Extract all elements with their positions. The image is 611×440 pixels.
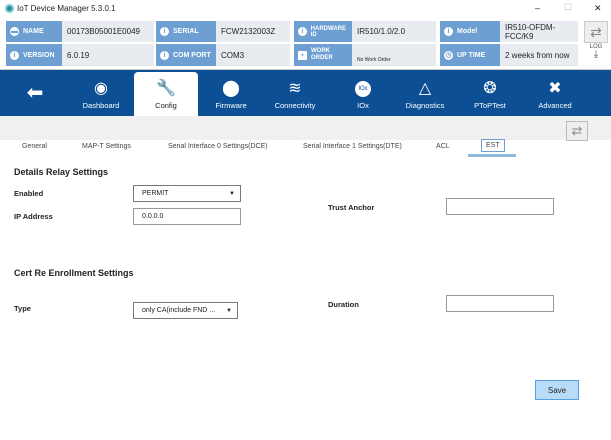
nav-label: PToPTest: [474, 101, 506, 110]
tab-serial-0[interactable]: Serial Interface 0 Settings(DCE): [168, 143, 268, 150]
ip-input[interactable]: 0.0.0.0: [133, 208, 241, 225]
warning-icon: △: [418, 80, 432, 97]
duration-label: Duration: [328, 300, 359, 309]
name-label: ▬ NAME: [6, 21, 62, 42]
type-select[interactable]: only CA(include FND ... ▼: [133, 302, 238, 319]
log-download-button[interactable]: LOG ⤓: [586, 44, 606, 66]
iox-icon: IOx: [355, 81, 371, 97]
info-icon: i: [160, 50, 169, 60]
nav-ptoptest[interactable]: ❂ PToPTest: [458, 70, 522, 116]
info-icon: i: [10, 50, 19, 60]
nav-label: IOx: [357, 101, 369, 110]
tab-acl[interactable]: ACL: [436, 143, 450, 150]
tools-icon: ✖: [548, 80, 562, 97]
model-label: i Model: [440, 21, 500, 42]
tab-general[interactable]: General: [22, 143, 47, 150]
nav-label: Config: [155, 101, 177, 110]
window-title: IoT Device Manager 5.3.0.1: [17, 4, 116, 13]
dropdown-arrow-icon: ▼: [229, 190, 235, 197]
info-icon: i: [298, 27, 307, 36]
gauge-icon: ◉: [94, 80, 108, 97]
wrench-icon: 🔧: [156, 80, 176, 97]
trust-anchor-input[interactable]: [446, 198, 554, 215]
back-arrow-icon: ⬅: [26, 82, 44, 104]
nav-label: Diagnostics: [405, 101, 445, 110]
serial-value: FCW2132003Z: [216, 21, 290, 42]
uptime-label: ◷ UP TIME: [440, 44, 500, 66]
nav-advanced[interactable]: ✖ Advanced: [523, 70, 587, 116]
name-icon: ▬: [10, 27, 19, 36]
refresh-info-button[interactable]: ⇄: [584, 21, 608, 43]
version-value: 6.0.19: [62, 44, 154, 66]
nav-label: Dashboard: [82, 101, 120, 110]
download-icon: ⤓: [593, 49, 599, 60]
trust-anchor-label: Trust Anchor: [328, 203, 375, 212]
clock-icon: ◷: [444, 50, 453, 60]
briefcase-icon: ▪: [298, 50, 307, 60]
enabled-label: Enabled: [14, 189, 44, 198]
duration-input[interactable]: [446, 295, 554, 312]
main-nav: ⬅ ◉ Dashboard 🔧 Config ⬤ Firmware ≋ Connecti…: [0, 70, 611, 116]
hw-label: i HARDWARE ID: [294, 21, 352, 42]
back-button[interactable]: ⬅: [10, 70, 60, 116]
nav-label: Advanced: [538, 101, 572, 110]
title-bar: IoT Device Manager 5.3.0.1 – ☐ ✕: [0, 0, 611, 18]
hw-value: IR510/1.0/2.0: [352, 21, 436, 42]
active-tab-indicator: [468, 154, 516, 157]
maximize-button[interactable]: ☐: [564, 2, 572, 13]
type-label: Type: [14, 304, 31, 313]
workorder-value: No Work Order: [352, 44, 436, 66]
serial-label: i SERIAL: [156, 21, 216, 42]
info-icon: i: [444, 27, 453, 36]
refresh-icon: ⇄: [590, 24, 602, 40]
firmware-icon: ⬤: [222, 80, 240, 97]
enabled-select[interactable]: PERMIT ▼: [133, 185, 241, 202]
close-button[interactable]: ✕: [594, 3, 602, 14]
type-value: only CA(include FND ...: [142, 307, 216, 314]
info-icon: i: [160, 27, 169, 36]
ip-label: IP Address: [14, 212, 53, 221]
tab-est[interactable]: EST: [481, 139, 505, 152]
comport-label: i COM PORT: [156, 44, 216, 66]
minimize-button[interactable]: –: [535, 3, 540, 13]
nav-label: Firmware: [215, 101, 247, 110]
comport-value: COM3: [216, 44, 290, 66]
sub-toolbar: ⇄: [0, 116, 611, 141]
device-info-panel: ▬ NAME 00173B05001E0049 i SERIAL FCW213200…: [0, 18, 611, 70]
nav-iox[interactable]: IOx IOx: [331, 70, 395, 116]
tab-serial-1[interactable]: Serial Interface 1 Settings(DTE): [303, 143, 402, 150]
nav-firmware[interactable]: ⬤ Firmware: [199, 70, 263, 116]
nav-connectivity[interactable]: ≋ Connectivity: [263, 70, 327, 116]
nav-label: Connectivity: [274, 101, 316, 110]
refresh-button[interactable]: ⇄: [566, 121, 588, 141]
uptime-value: 2 weeks from now: [500, 44, 578, 66]
name-value: 00173B05001E0049: [62, 21, 154, 42]
enabled-value: PERMIT: [142, 190, 169, 197]
network-icon: ❂: [483, 80, 497, 97]
wifi-icon: ≋: [288, 80, 302, 97]
nav-config[interactable]: 🔧 Config: [134, 72, 198, 116]
refresh-icon: ⇄: [571, 123, 583, 138]
nav-diagnostics[interactable]: △ Diagnostics: [393, 70, 457, 116]
dropdown-arrow-icon: ▼: [226, 307, 232, 314]
nav-dashboard[interactable]: ◉ Dashboard: [69, 70, 133, 116]
workorder-label: ▪ WORK ORDER: [294, 44, 352, 66]
relay-section-title: Details Relay Settings: [14, 167, 109, 177]
app-logo-icon: [5, 4, 14, 13]
cert-section-title: Cert Re Enrollment Settings: [14, 268, 134, 278]
save-button[interactable]: Save: [535, 380, 579, 400]
model-value: IR510-OFDM-FCC/K9: [500, 21, 578, 42]
tab-map-t[interactable]: MAP-T Settings: [82, 143, 131, 150]
version-label: i VERSION: [6, 44, 62, 66]
